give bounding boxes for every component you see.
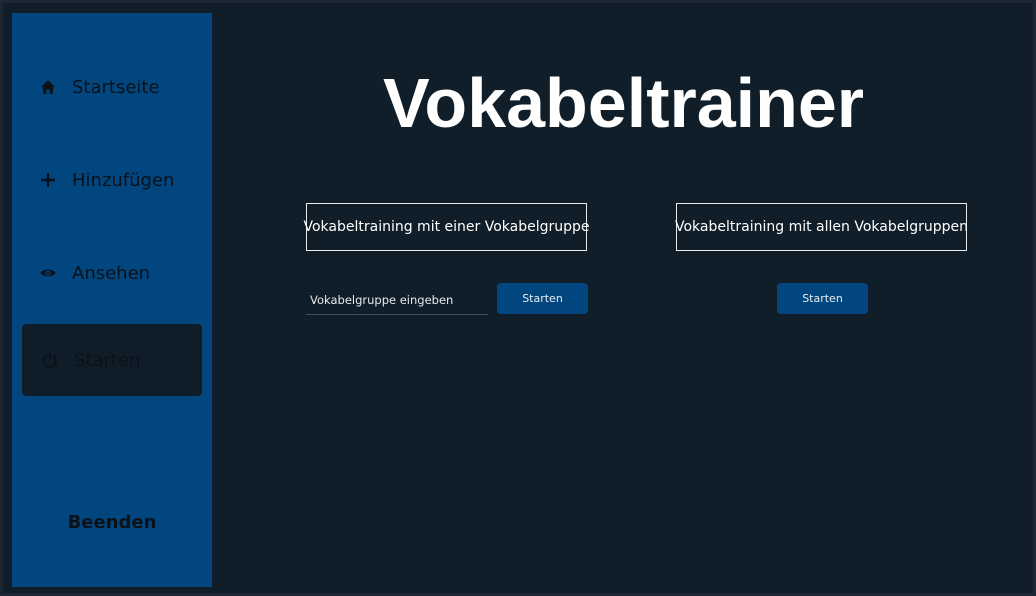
- sidebar-item-label: Starten: [74, 349, 141, 371]
- vocab-group-input[interactable]: [306, 285, 488, 315]
- sidebar-item-starten[interactable]: Starten: [22, 324, 202, 396]
- sidebar-item-startseite[interactable]: Startseite: [12, 67, 212, 107]
- single-group-heading: Vokabeltraining mit einer Vokabelgruppe: [303, 203, 590, 251]
- sidebar-item-label: Ansehen: [72, 262, 151, 284]
- sidebar-item-hinzufuegen[interactable]: Hinzufügen: [12, 160, 212, 200]
- power-icon: [40, 350, 60, 370]
- sidebar-item-label: Startseite: [72, 76, 160, 98]
- app-window: Startseite Hinzufügen Ansehen Starten Be…: [0, 0, 1036, 596]
- plus-icon: [38, 170, 58, 190]
- exit-button[interactable]: Beenden: [12, 507, 212, 537]
- home-icon: [38, 77, 58, 97]
- sidebar: Startseite Hinzufügen Ansehen Starten Be…: [12, 13, 212, 587]
- sidebar-item-label: Hinzufügen: [72, 169, 175, 191]
- page-title: Vokabeltrainer: [382, 64, 865, 142]
- start-single-group-button[interactable]: Starten: [497, 283, 588, 314]
- start-all-groups-button[interactable]: Starten: [777, 283, 868, 314]
- all-groups-heading: Vokabeltraining mit allen Vokabelgruppen: [675, 203, 968, 251]
- eye-icon: [38, 263, 58, 283]
- sidebar-item-ansehen[interactable]: Ansehen: [12, 253, 212, 293]
